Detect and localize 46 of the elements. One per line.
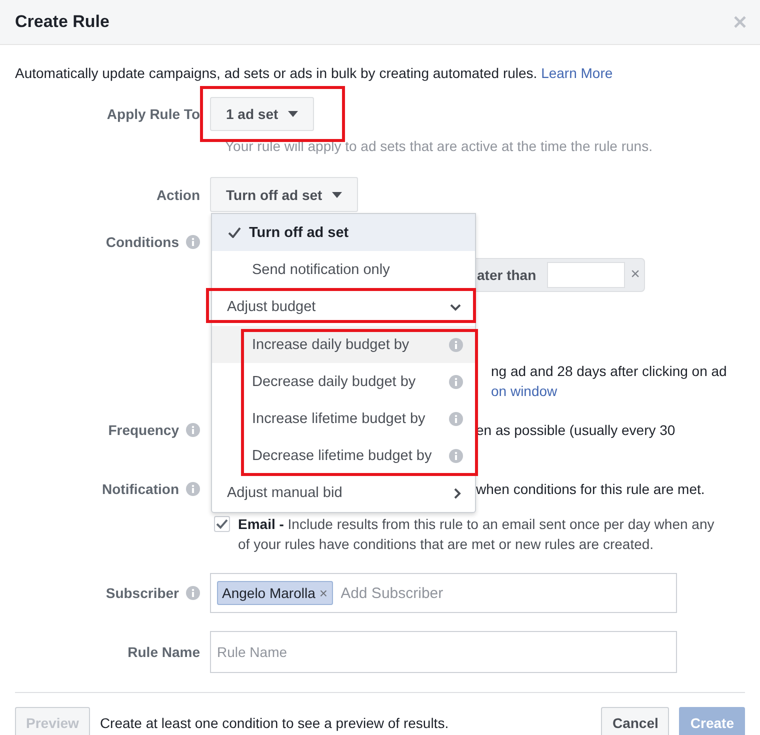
chevron-icon: [454, 488, 461, 498]
info-icon[interactable]: [449, 374, 463, 388]
info-icon[interactable]: [449, 338, 463, 352]
info-icon[interactable]: [186, 586, 200, 600]
cancel-button[interactable]: Cancel: [601, 707, 670, 735]
info-icon[interactable]: [449, 448, 463, 462]
email-text: Email - Include results from this rule to an email sent once per day when any of your rules have conditions that are met or new rules are created.: [238, 515, 716, 554]
menu-item[interactable]: Adjust manual bid: [212, 474, 475, 512]
field-label: Action: [156, 186, 200, 204]
apply-rule-dropdown[interactable]: 1 ad set: [210, 97, 314, 131]
subscriber-field[interactable]: Angelo Marolla × Add Subscriber: [210, 573, 677, 613]
intro-text: Automatically update campaigns, ad sets or ads in bulk by creating automated rules. Learn More: [15, 64, 614, 83]
chevron-icon: [450, 304, 461, 310]
notification-text: when conditions for this rule are met.: [476, 480, 706, 499]
preview-note: Create at least one condition to see a preview of results.: [100, 715, 449, 731]
field-label: Notification: [102, 480, 179, 499]
action-dropdown[interactable]: Turn off ad set: [210, 177, 358, 212]
field-label: Subscriber: [106, 584, 179, 603]
value-input[interactable]: [546, 262, 625, 288]
menu-item[interactable]: Decrease daily budget by: [212, 363, 475, 400]
email-checkbox[interactable]: [214, 516, 230, 532]
info-icon[interactable]: [186, 482, 200, 496]
rule-name-input[interactable]: Rule Name: [210, 631, 677, 673]
dialog-title: Create Rule: [15, 12, 110, 32]
menu-item[interactable]: Turn off ad set: [212, 214, 475, 251]
menu-item[interactable]: Increase lifetime budget by: [212, 400, 475, 437]
caret-icon: [332, 192, 342, 198]
operator-text: ater than: [477, 267, 536, 283]
subscriber-tag[interactable]: Angelo Marolla ×: [217, 581, 333, 605]
info-icon[interactable]: [186, 235, 200, 249]
field-label: Frequency: [108, 421, 179, 440]
attribution-link[interactable]: on window: [491, 383, 558, 399]
menu-item[interactable]: Send notification only: [212, 251, 475, 288]
close-icon[interactable]: [734, 16, 746, 28]
field-label: Conditions: [106, 233, 179, 252]
menu-item[interactable]: Decrease lifetime budget by: [212, 437, 475, 474]
field-label: Rule Name: [128, 643, 200, 662]
attribution-text: ng ad and 28 days after clicking on ad: [491, 362, 728, 381]
field-label: Apply Rule To: [106, 105, 200, 124]
learn-more-link[interactable]: Learn More: [541, 65, 613, 81]
menu-item[interactable]: Adjust budget: [212, 288, 475, 326]
info-icon[interactable]: [449, 412, 463, 426]
caret-icon: [288, 111, 298, 117]
menu-item[interactable]: Increase daily budget by: [212, 326, 475, 363]
check-icon: [228, 227, 241, 238]
info-icon[interactable]: [186, 423, 200, 437]
